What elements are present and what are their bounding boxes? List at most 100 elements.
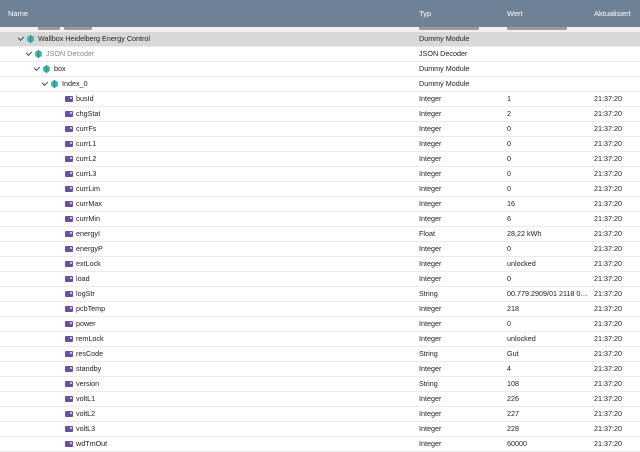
- variable-row[interactable]: power Integer 0 21:37:20: [0, 317, 640, 332]
- variable-name-cell[interactable]: currMax: [65, 197, 102, 211]
- tree-row[interactable]: box Dummy Module: [0, 62, 640, 77]
- updated-cell: 21:37:20: [594, 229, 622, 238]
- variable-name-cell[interactable]: wdTmOut: [65, 437, 107, 451]
- variable-row[interactable]: load Integer 0 21:37:20: [0, 272, 640, 287]
- variable-row[interactable]: wdTmOut Integer 60000 21:37:20: [0, 437, 640, 452]
- variable-row[interactable]: version String 108 21:37:20: [0, 377, 640, 392]
- type-cell: Integer: [419, 304, 442, 313]
- variable-row[interactable]: remLock Integer unlocked 21:37:20: [0, 332, 640, 347]
- variable-name-cell[interactable]: voltL3: [65, 422, 95, 436]
- variable-row[interactable]: extLock Integer unlocked 21:37:20: [0, 257, 640, 272]
- variable-name-cell[interactable]: voltL2: [65, 407, 95, 421]
- variable-label: currMax: [76, 199, 102, 208]
- type-cell: Integer: [419, 319, 442, 328]
- variable-name-cell[interactable]: resCode: [65, 347, 103, 361]
- variable-icon: [65, 351, 73, 357]
- variable-row[interactable]: currFs Integer 0 21:37:20: [0, 122, 640, 137]
- value-cell: 0: [507, 244, 511, 253]
- variable-name-cell[interactable]: currFs: [65, 122, 96, 136]
- type-cell: Dummy Module: [419, 34, 470, 43]
- chevron-down-icon[interactable]: [26, 48, 33, 57]
- value-cell: unlocked: [507, 259, 536, 268]
- tree-name-cell[interactable]: Index_0: [42, 77, 88, 91]
- variable-name-cell[interactable]: extLock: [65, 257, 101, 271]
- tree-name-cell[interactable]: Wallbox Heidelberg Energy Control: [18, 32, 150, 46]
- value-cell: 2: [507, 109, 511, 118]
- variable-row[interactable]: logStr String 00.779.2909/01 2118 00... 21:…: [0, 287, 640, 302]
- type-cell: Integer: [419, 154, 442, 163]
- variable-row[interactable]: standby Integer 4 21:37:20: [0, 362, 640, 377]
- variable-row[interactable]: energyI Float 28,22 kWh 21:37:20: [0, 227, 640, 242]
- updated-cell: 21:37:20: [594, 94, 622, 103]
- variable-row[interactable]: energyP Integer 0 21:37:20: [0, 242, 640, 257]
- variable-row[interactable]: voltL3 Integer 228 21:37:20: [0, 422, 640, 437]
- type-cell: Integer: [419, 109, 442, 118]
- variable-name-cell[interactable]: currMin: [65, 212, 100, 226]
- updated-cell: 21:37:20: [594, 304, 622, 313]
- value-cell: Gut: [507, 349, 519, 358]
- variable-row[interactable]: chgStat Integer 2 21:37:20: [0, 107, 640, 122]
- tree-row[interactable]: Index_0 Dummy Module: [0, 77, 640, 92]
- updated-cell: 21:37:20: [594, 199, 622, 208]
- variable-row[interactable]: pcbTemp Integer 218 21:37:20: [0, 302, 640, 317]
- tree-name-cell[interactable]: JSON Decoder: [26, 47, 94, 61]
- variable-name-cell[interactable]: chgStat: [65, 107, 100, 121]
- variable-name-cell[interactable]: currL1: [65, 137, 96, 151]
- variable-row[interactable]: currL3 Integer 0 21:37:20: [0, 167, 640, 182]
- chevron-down-icon[interactable]: [34, 63, 41, 72]
- variable-name-cell[interactable]: energyI: [65, 227, 100, 241]
- variable-name-cell[interactable]: voltL1: [65, 392, 95, 406]
- updated-cell: 21:37:20: [594, 349, 622, 358]
- variable-row[interactable]: busId Integer 1 21:37:20: [0, 92, 640, 107]
- header-wert[interactable]: Wert: [507, 9, 523, 18]
- header-aktualisiert[interactable]: Aktualisiert: [594, 9, 631, 18]
- variable-name-cell[interactable]: currL3: [65, 167, 96, 181]
- variable-row[interactable]: resCode String Gut 21:37:20: [0, 347, 640, 362]
- variable-row[interactable]: voltL1 Integer 226 21:37:20: [0, 392, 640, 407]
- type-cell: String: [419, 379, 438, 388]
- updated-cell: 21:37:20: [594, 184, 622, 193]
- tree-row[interactable]: Wallbox Heidelberg Energy Control Dummy M…: [0, 32, 640, 47]
- variable-label: currL1: [76, 139, 97, 148]
- type-cell: Float: [419, 229, 435, 238]
- variable-name-cell[interactable]: power: [65, 317, 96, 331]
- updated-cell: 21:37:20: [594, 334, 622, 343]
- variable-name-cell[interactable]: logStr: [65, 287, 95, 301]
- variable-row[interactable]: currMax Integer 16 21:37:20: [0, 197, 640, 212]
- type-cell: Integer: [419, 424, 442, 433]
- chevron-down-icon[interactable]: [18, 33, 25, 42]
- updated-cell: 21:37:20: [594, 214, 622, 223]
- updated-cell: 21:37:20: [594, 244, 622, 253]
- value-cell: 0: [507, 274, 511, 283]
- variable-row[interactable]: currL1 Integer 0 21:37:20: [0, 137, 640, 152]
- variable-name-cell[interactable]: remLock: [65, 332, 104, 346]
- header-name[interactable]: Name: [8, 9, 28, 18]
- variable-name-cell[interactable]: energyP: [65, 242, 103, 256]
- chevron-down-icon[interactable]: [42, 78, 49, 87]
- header-typ[interactable]: Typ: [419, 9, 431, 18]
- variable-icon: [65, 366, 73, 372]
- variable-label: energyI: [76, 229, 100, 238]
- variable-row[interactable]: currLim Integer 0 21:37:20: [0, 182, 640, 197]
- variable-name-cell[interactable]: currL2: [65, 152, 96, 166]
- variable-label: resCode: [76, 349, 104, 358]
- tree-item-label: JSON Decoder: [46, 49, 95, 58]
- updated-cell: 21:37:20: [594, 409, 622, 418]
- variable-name-cell[interactable]: pcbTemp: [65, 302, 105, 316]
- variable-icon: [65, 411, 73, 417]
- tree-name-cell[interactable]: box: [34, 62, 66, 76]
- variable-name-cell[interactable]: busId: [65, 92, 94, 106]
- variable-label: pcbTemp: [76, 304, 106, 313]
- type-cell: String: [419, 289, 438, 298]
- variable-row[interactable]: voltL2 Integer 227 21:37:20: [0, 407, 640, 422]
- variable-name-cell[interactable]: version: [65, 377, 99, 391]
- tree-row[interactable]: JSON Decoder JSON Decoder: [0, 47, 640, 62]
- variable-name-cell[interactable]: standby: [65, 362, 101, 376]
- type-cell: Dummy Module: [419, 64, 470, 73]
- type-cell: Integer: [419, 214, 442, 223]
- updated-cell: 21:37:20: [594, 424, 622, 433]
- variable-name-cell[interactable]: currLim: [65, 182, 100, 196]
- variable-name-cell[interactable]: load: [65, 272, 90, 286]
- variable-row[interactable]: currMin Integer 6 21:37:20: [0, 212, 640, 227]
- variable-row[interactable]: currL2 Integer 0 21:37:20: [0, 152, 640, 167]
